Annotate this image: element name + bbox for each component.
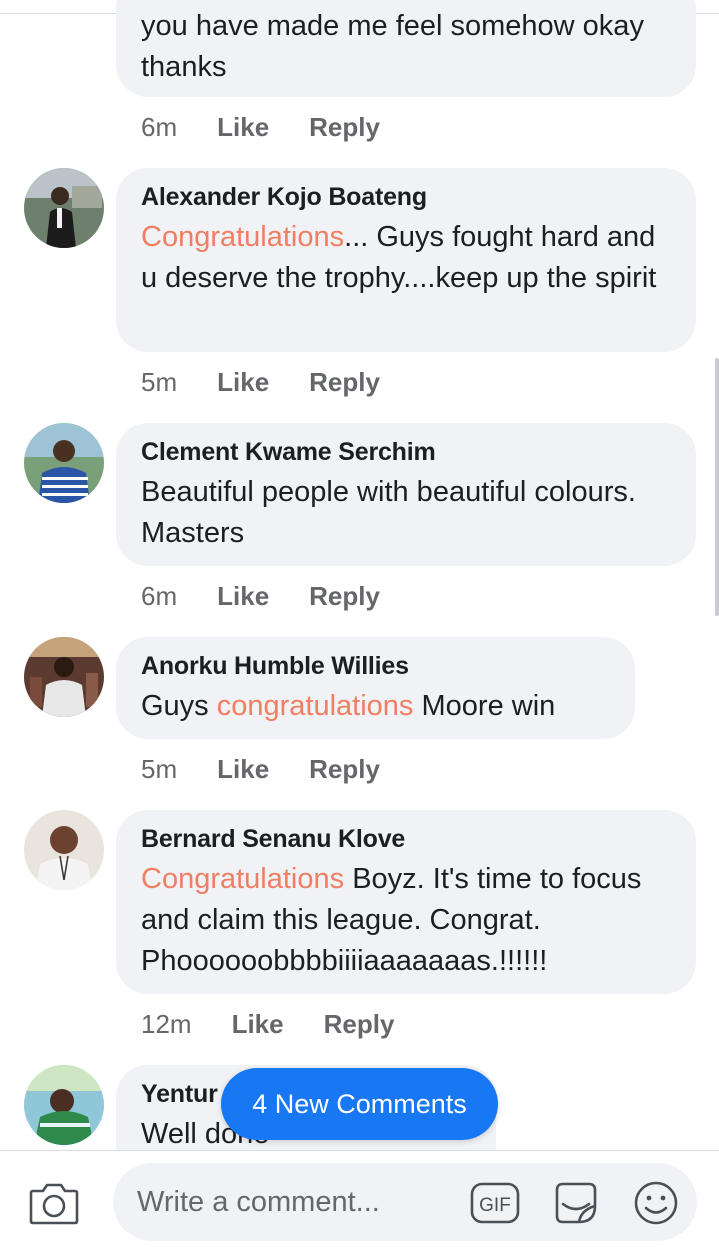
comment-text: Guys congratulations Moore win: [141, 686, 611, 727]
sticker-icon[interactable]: [551, 1180, 601, 1226]
reply-button[interactable]: Reply: [309, 754, 380, 784]
comment-author[interactable]: Alexander Kojo Boateng: [141, 182, 672, 212]
comment-input-placeholder: Write a comment...: [137, 1186, 380, 1218]
like-button[interactable]: Like: [217, 367, 269, 397]
comment-time: 12m: [141, 1009, 192, 1039]
avatar[interactable]: [24, 168, 104, 248]
camera-icon[interactable]: [28, 1181, 80, 1225]
comment-author[interactable]: Anorku Humble Willies: [141, 651, 611, 681]
comment-input[interactable]: Write a comment... GIF: [113, 1163, 697, 1241]
avatar[interactable]: [24, 1065, 104, 1145]
comment-text-segment: Guys: [141, 690, 217, 722]
highlighted-word[interactable]: Congratulations: [141, 221, 344, 253]
comment-actions: 6m Like Reply: [141, 581, 380, 611]
comment-time: 5m: [141, 754, 178, 784]
new-comments-button[interactable]: 4 New Comments: [221, 1068, 498, 1140]
like-button[interactable]: Like: [217, 112, 269, 142]
comment-actions: 6m Like Reply: [141, 112, 380, 142]
emoji-icon[interactable]: [631, 1180, 681, 1226]
comment-bubble[interactable]: Clement Kwame Serchim Beautiful people w…: [116, 423, 696, 566]
gif-icon-label: GIF: [479, 1195, 511, 1216]
reply-button[interactable]: Reply: [309, 367, 380, 397]
comment-time: 6m: [141, 112, 178, 142]
comment-time: 5m: [141, 367, 178, 397]
like-button[interactable]: Like: [232, 1009, 284, 1039]
comment-text: you have made me feel somehow okay thank…: [141, 6, 672, 88]
comment-text: Beautiful people with beautiful colours.…: [141, 472, 672, 554]
comment-composer: Write a comment... GIF: [0, 1150, 719, 1247]
reply-button[interactable]: Reply: [324, 1009, 395, 1039]
like-button[interactable]: Like: [217, 754, 269, 784]
gif-icon[interactable]: GIF: [470, 1180, 520, 1226]
comment-text: Congratulations... Guys fought hard and …: [141, 217, 672, 299]
highlighted-word[interactable]: Congratulations: [141, 863, 344, 895]
comment-bubble[interactable]: Alexander Kojo Boateng Congratulations..…: [116, 168, 696, 352]
comment-author[interactable]: Bernard Senanu Klove: [141, 824, 672, 854]
comment-bubble[interactable]: Bernard Senanu Klove Congratulations Boy…: [116, 810, 696, 994]
comment-bubble[interactable]: you have made me feel somehow okay thank…: [116, 0, 696, 97]
comment-author[interactable]: Clement Kwame Serchim: [141, 437, 672, 467]
avatar[interactable]: [24, 423, 104, 503]
like-button[interactable]: Like: [217, 581, 269, 611]
comment-text-segment: Beautiful people with beautiful colours.…: [141, 476, 636, 549]
reply-button[interactable]: Reply: [309, 581, 380, 611]
reply-button[interactable]: Reply: [309, 112, 380, 142]
comment-bubble[interactable]: Anorku Humble Willies Guys congratulatio…: [116, 637, 635, 739]
comment-actions: 5m Like Reply: [141, 754, 380, 784]
avatar[interactable]: [24, 637, 104, 717]
comment-text: Congratulations Boyz. It's time to focus…: [141, 859, 672, 982]
comment-time: 6m: [141, 581, 178, 611]
scrollbar[interactable]: [715, 358, 719, 616]
avatar[interactable]: [24, 810, 104, 890]
comment-text-segment: you have made me feel somehow okay thank…: [141, 10, 644, 83]
highlighted-word[interactable]: congratulations: [217, 690, 414, 722]
comment-actions: 12m Like Reply: [141, 1009, 394, 1039]
comment-actions: 5m Like Reply: [141, 367, 380, 397]
comment-text-segment: Moore win: [413, 690, 556, 722]
